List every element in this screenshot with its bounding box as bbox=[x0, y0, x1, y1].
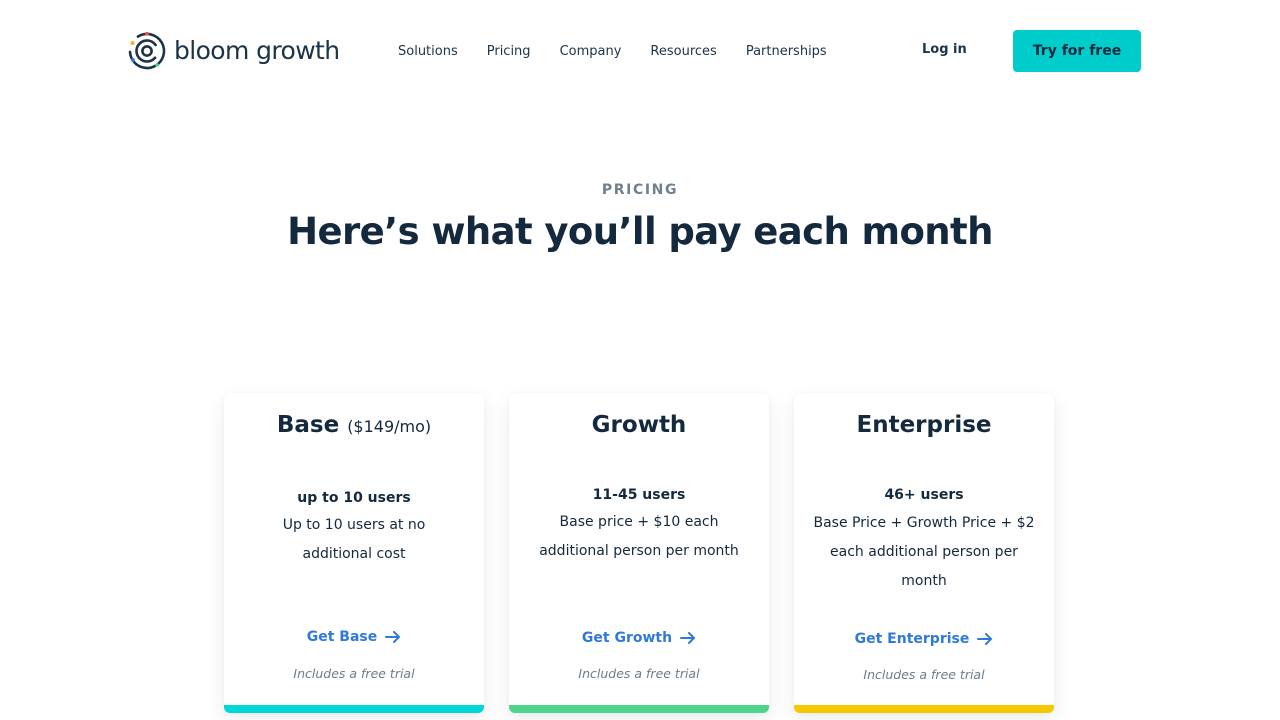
plan-link-label: Get Growth bbox=[581, 630, 673, 646]
section-eyebrow: PRICING bbox=[601, 182, 679, 198]
plan-name: Enterprise bbox=[856, 412, 992, 438]
plan-card-growth: Growth 11-45 users Base price + $10 each… bbox=[509, 393, 769, 713]
plan-accent-bar bbox=[794, 705, 1054, 713]
plan-users: up to 10 users bbox=[297, 490, 411, 506]
site-header: bloom growth Solutions Pricing Company R… bbox=[0, 0, 1280, 100]
logo-text: bloom growth bbox=[174, 36, 340, 65]
plan-name: Growth bbox=[591, 412, 687, 438]
plan-name: Base bbox=[276, 412, 340, 438]
get-base-link[interactable]: Get Base bbox=[224, 627, 484, 647]
plan-title: Base ($149/mo) bbox=[224, 409, 484, 443]
plan-trial-note: Includes a free trial bbox=[863, 667, 985, 682]
plan-accent-bar bbox=[509, 705, 769, 713]
plan-description: Base Price + Growth Price + $2 each addi… bbox=[813, 515, 1035, 589]
plan-link-label: Get Base bbox=[306, 629, 378, 645]
try-for-free-button[interactable]: Try for free bbox=[1013, 30, 1141, 72]
get-enterprise-link[interactable]: Get Enterprise bbox=[794, 629, 1054, 649]
get-growth-link[interactable]: Get Growth bbox=[509, 628, 769, 648]
nav-item-pricing[interactable]: Pricing bbox=[487, 44, 531, 59]
plan-card-enterprise: Enterprise 46+ users Base Price + Growth… bbox=[794, 393, 1054, 713]
plan-card-base: Base ($149/mo) up to 10 users Up to 10 u… bbox=[224, 393, 484, 713]
plan-description: Up to 10 users at no additional cost bbox=[282, 517, 426, 562]
nav-item-partnerships[interactable]: Partnerships bbox=[746, 44, 827, 59]
plan-title: Growth bbox=[509, 409, 769, 441]
plan-accent-bar bbox=[224, 705, 484, 713]
nav-item-company[interactable]: Company bbox=[560, 44, 622, 59]
logo-link[interactable]: bloom growth bbox=[127, 30, 340, 72]
plan-title: Enterprise bbox=[794, 409, 1054, 441]
arrow-right-icon bbox=[385, 631, 401, 643]
arrow-right-icon bbox=[680, 632, 696, 644]
nav-item-resources[interactable]: Resources bbox=[650, 44, 716, 59]
arrow-right-icon bbox=[977, 633, 993, 645]
plan-users: 46+ users bbox=[884, 487, 964, 503]
plan-trial-note: Includes a free trial bbox=[578, 666, 700, 681]
plan-description: Base price + $10 each additional person … bbox=[539, 514, 739, 559]
plan-price: ($149/mo) bbox=[347, 417, 432, 436]
plan-link-label: Get Enterprise bbox=[854, 631, 970, 647]
login-link[interactable]: Log in bbox=[922, 42, 967, 57]
plan-trial-note: Includes a free trial bbox=[293, 666, 415, 681]
main-nav: Solutions Pricing Company Resources Part… bbox=[398, 42, 856, 60]
nav-item-solutions[interactable]: Solutions bbox=[398, 44, 458, 59]
plan-users: 11-45 users bbox=[592, 487, 686, 503]
bloom-logo-icon bbox=[128, 31, 166, 70]
page-title: Here’s what you’ll pay each month bbox=[287, 210, 993, 253]
